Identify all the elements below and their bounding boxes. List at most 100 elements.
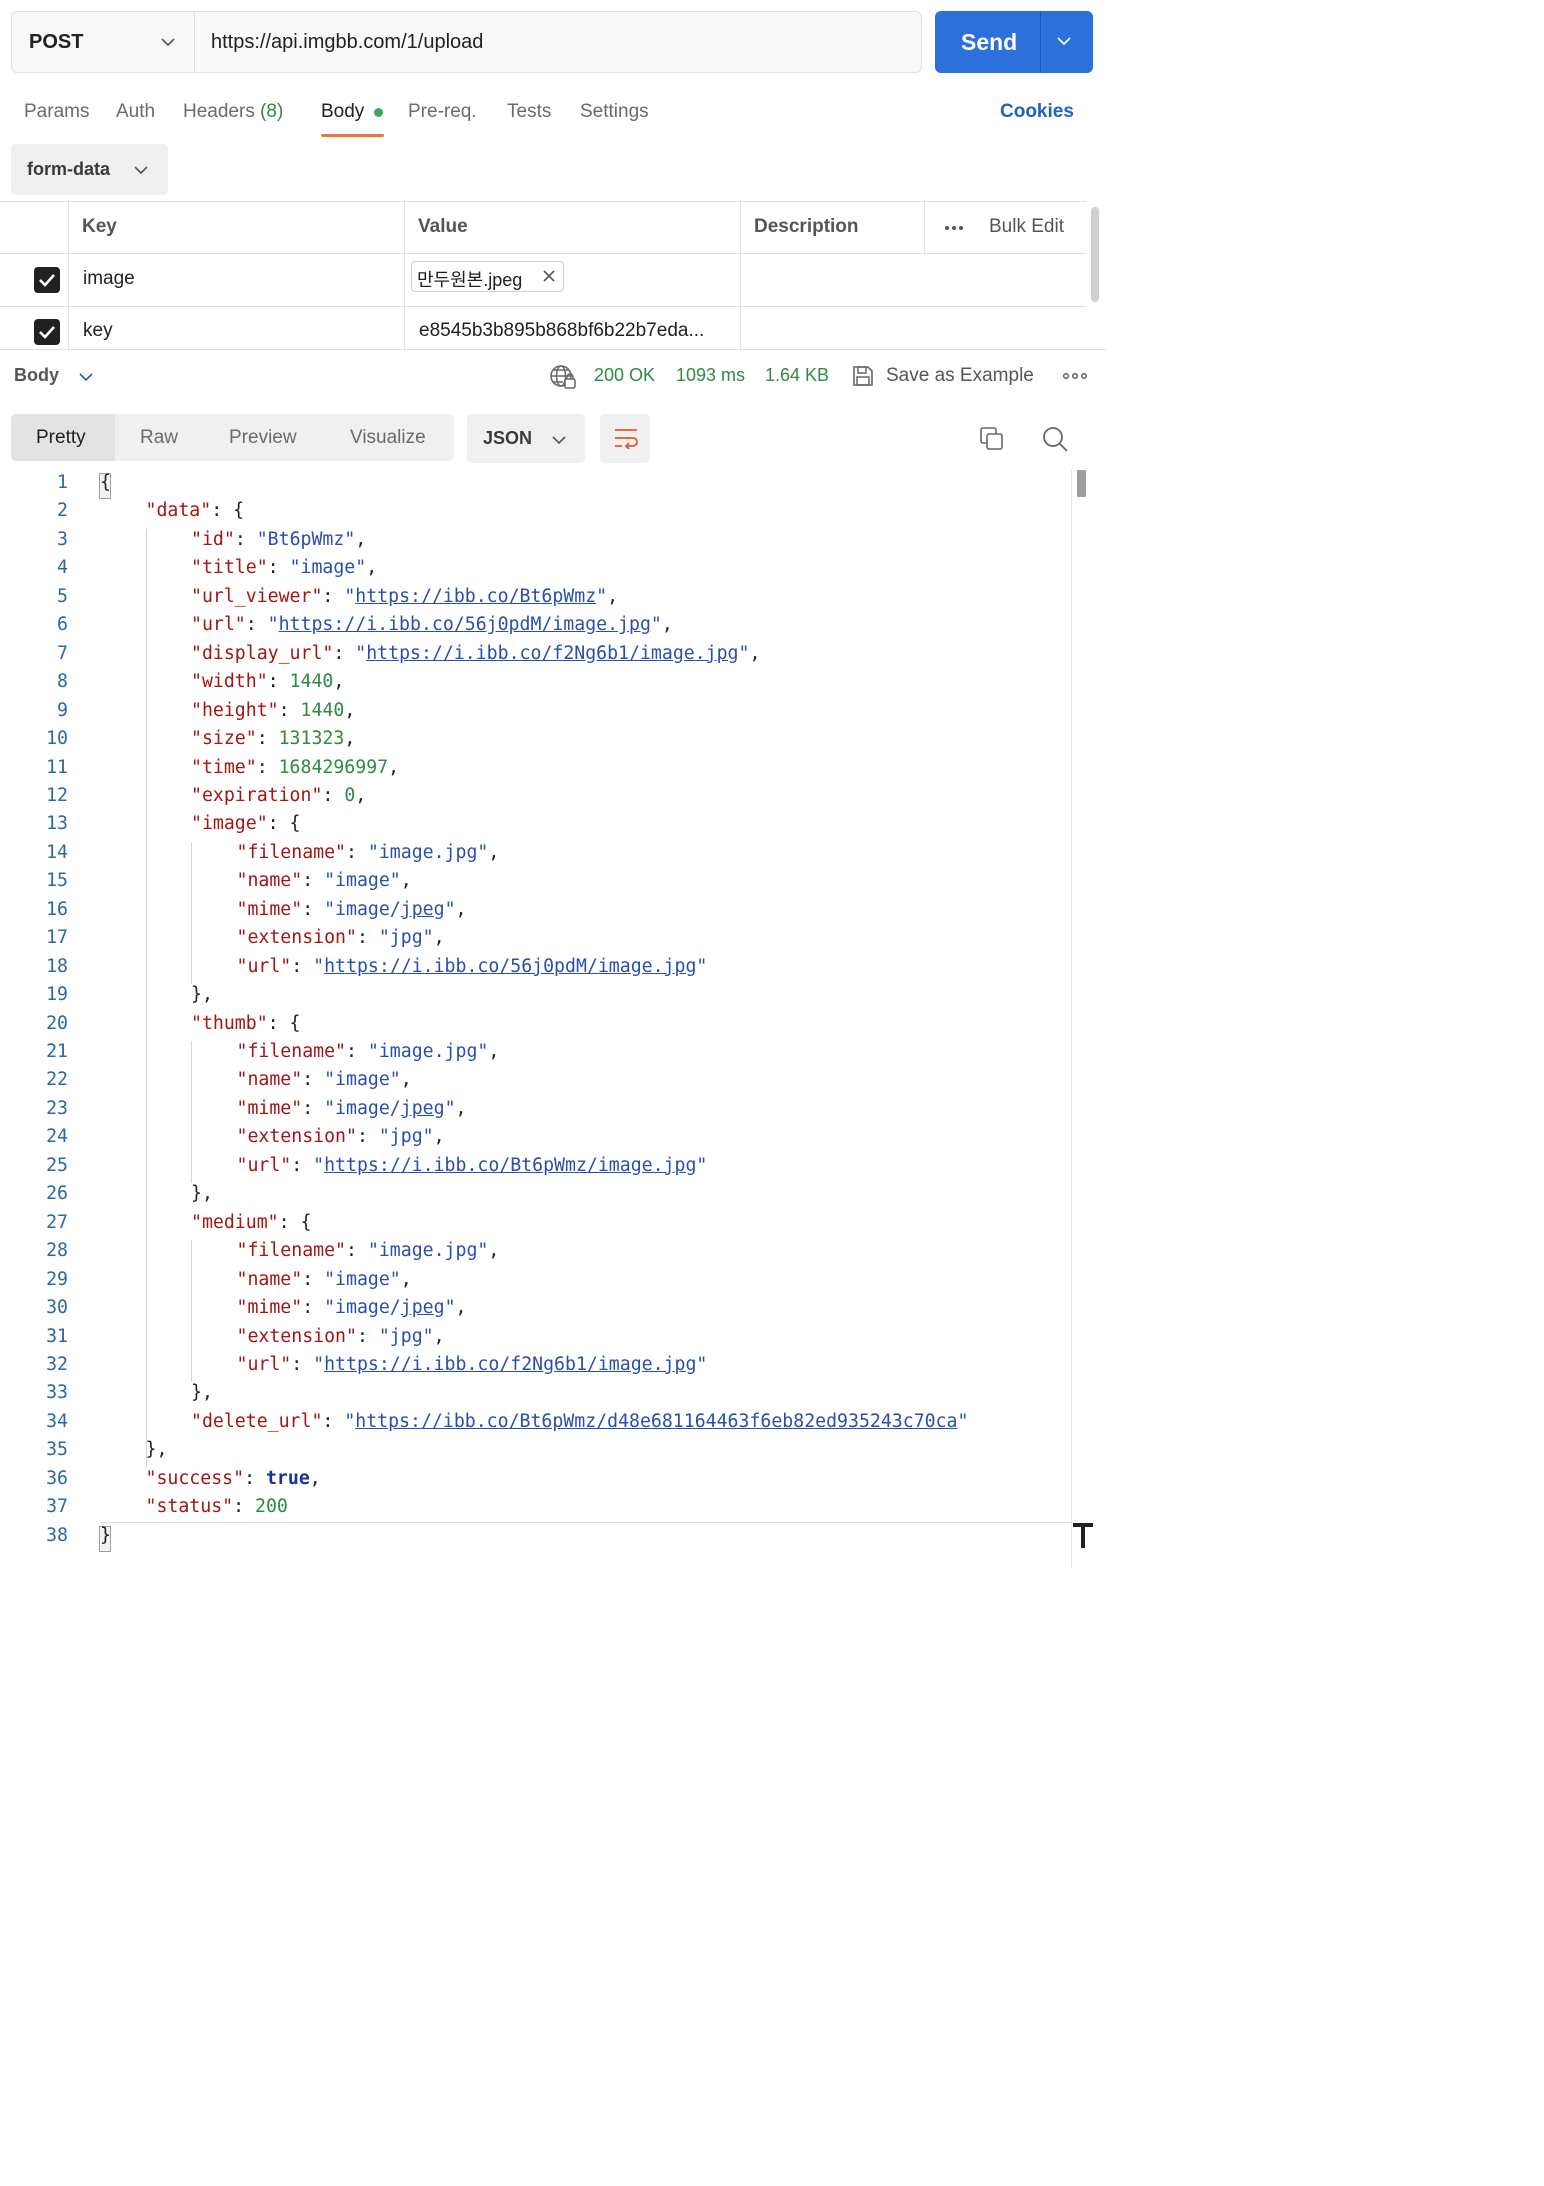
body-type-select[interactable]: form-data [11, 144, 168, 195]
cookies-link[interactable]: Cookies [1000, 101, 1074, 123]
json-key: "thumb" [191, 1012, 268, 1034]
bulk-edit-button[interactable]: Bulk Edit [989, 216, 1064, 238]
json-string: " [267, 614, 279, 636]
view-mode-preview[interactable]: Preview [229, 427, 297, 449]
json-punctuation: : [322, 784, 345, 806]
json-string: "image.jpg" [367, 841, 489, 863]
response-size[interactable]: 1.64 KB [765, 365, 829, 386]
json-punctuation: : [244, 1467, 266, 1489]
code-line: 23 "mime": "image/jpeg", [0, 1098, 1070, 1126]
view-mode-switch: Pretty Raw Preview Visualize [11, 414, 454, 461]
line-number: 5 [57, 585, 68, 607]
line-number: 33 [46, 1382, 68, 1404]
json-link[interactable]: https://i.ibb.co/f2Ng6b1/image.jpg [324, 1354, 696, 1375]
json-punctuation: : [322, 585, 345, 607]
send-button[interactable]: Send [935, 11, 1093, 73]
json-key: "url_viewer" [191, 585, 323, 607]
view-mode-raw[interactable]: Raw [140, 427, 178, 449]
tab-pre-request[interactable]: Pre-req. [408, 101, 477, 123]
line-number: 11 [46, 756, 68, 778]
json-key: "url" [236, 1353, 292, 1375]
json-link[interactable]: https://ibb.co/Bt6pWmz/d48e681164463f6eb… [355, 1411, 957, 1432]
chevron-down-icon[interactable] [78, 370, 94, 384]
response-time[interactable]: 1093 ms [676, 365, 745, 386]
json-key: "name" [236, 1268, 303, 1290]
close-icon[interactable] [540, 267, 558, 285]
json-key: "filename" [236, 1041, 347, 1062]
row-checkbox[interactable] [34, 319, 60, 345]
json-link[interactable]: jpeg [401, 899, 445, 920]
json-link[interactable]: https://i.ibb.co/Bt6pWmz/image.jpg [324, 1155, 696, 1176]
json-key: "time" [191, 756, 257, 778]
code-text: }, [191, 984, 213, 1005]
json-string: "image.jpg" [367, 1240, 489, 1262]
line-number: 34 [46, 1410, 68, 1432]
json-punctuation: , [433, 1325, 445, 1347]
json-punctuation: }, [191, 1183, 213, 1205]
chevron-down-icon[interactable] [1056, 33, 1072, 49]
tab-headers[interactable]: Headers (8) [183, 101, 283, 123]
url-input[interactable]: https://api.imgbb.com/1/upload [211, 31, 483, 54]
json-string: "Bt6pWmz" [256, 528, 356, 550]
code-line: 10 "size": 131323, [0, 728, 1070, 756]
more-icon[interactable] [944, 225, 966, 231]
format-select[interactable]: JSON [467, 414, 585, 463]
json-link[interactable]: jpeg [401, 1098, 445, 1119]
line-number: 27 [46, 1211, 68, 1233]
param-value[interactable]: e8545b3b895b868bf6b22b7eda... [419, 320, 704, 342]
more-icon[interactable] [1063, 372, 1087, 380]
json-boolean: true [265, 1467, 310, 1489]
json-punctuation: }, [191, 1382, 213, 1404]
code-text: "thumb": { [191, 1013, 301, 1034]
line-number: 7 [57, 642, 68, 664]
param-key[interactable]: image [83, 268, 135, 290]
tab-auth[interactable]: Auth [116, 101, 155, 123]
tab-tests[interactable]: Tests [507, 101, 551, 123]
code-line: 12 "expiration": 0, [0, 785, 1070, 813]
json-link[interactable]: https://i.ibb.co/f2Ng6b1/image.jpg [366, 643, 738, 664]
code-text: "image": { [191, 813, 301, 834]
code-line: 2 "data": { [0, 500, 1070, 528]
tab-body[interactable]: Body [321, 101, 364, 123]
row-checkbox[interactable] [34, 267, 60, 293]
request-bar: POST https://api.imgbb.com/1/upload [11, 11, 922, 73]
json-link[interactable]: jpeg [401, 1297, 445, 1318]
column-header-description: Description [754, 216, 859, 237]
json-link[interactable]: https://ibb.co/Bt6pWmz [355, 586, 596, 607]
globe-lock-icon[interactable] [549, 364, 577, 390]
code-line: 36 "success": true, [0, 1468, 1070, 1496]
save-icon[interactable] [851, 364, 875, 388]
code-text: { [100, 472, 111, 493]
tab-settings[interactable]: Settings [580, 101, 649, 123]
json-link[interactable]: https://i.ibb.co/56j0pdM/image.jpg [279, 614, 651, 635]
line-number: 16 [46, 898, 68, 920]
wrap-lines-button[interactable] [600, 414, 650, 463]
json-punctuation: : [346, 1041, 368, 1062]
send-divider [1040, 11, 1041, 73]
code-line: 26}, [0, 1183, 1070, 1211]
line-number: 20 [46, 1012, 68, 1034]
code-scrollbar[interactable] [1077, 470, 1086, 497]
save-as-example-button[interactable]: Save as Example [886, 365, 1034, 387]
code-line: 13 "image": { [0, 813, 1070, 841]
param-key[interactable]: key [83, 320, 113, 342]
json-punctuation: , [388, 756, 400, 778]
status-code[interactable]: 200 OK [594, 365, 655, 386]
line-number: 24 [46, 1126, 68, 1148]
code-text: "name": "image", [237, 870, 412, 891]
view-mode-pretty[interactable]: Pretty [36, 427, 86, 449]
method-select[interactable]: POST [12, 12, 195, 72]
code-text: "success": true, [146, 1468, 321, 1489]
code-text: "extension": "jpg", [237, 927, 445, 948]
copy-icon[interactable] [979, 426, 1005, 452]
file-chip[interactable]: 만두원본.jpeg [411, 261, 564, 292]
json-punctuation: : [302, 1268, 325, 1290]
code-text: "url": "https://i.ibb.co/Bt6pWmz/image.j… [237, 1155, 708, 1176]
view-mode-visualize[interactable]: Visualize [350, 427, 426, 449]
json-punctuation: , [355, 784, 367, 806]
response-body-dropdown[interactable]: Body [14, 365, 59, 386]
json-link[interactable]: https://i.ibb.co/56j0pdM/image.jpg [324, 956, 696, 977]
tab-params[interactable]: Params [24, 101, 89, 123]
search-icon[interactable] [1041, 425, 1069, 453]
table-scrollbar[interactable] [1091, 207, 1099, 302]
